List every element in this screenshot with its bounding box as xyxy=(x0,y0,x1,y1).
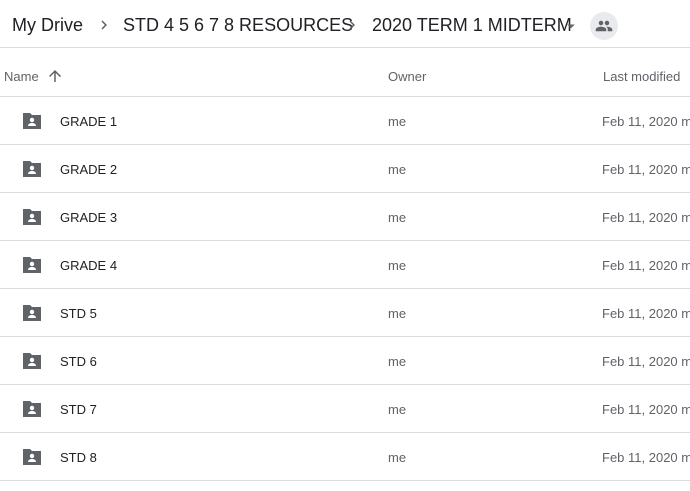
file-owner: me xyxy=(388,162,407,177)
file-row-std-8[interactable]: STD 8 me Feb 11, 2020 m xyxy=(0,433,690,481)
file-row-std-5[interactable]: STD 5 me Feb 11, 2020 m xyxy=(0,289,690,337)
file-row-grade-4[interactable]: GRADE 4 me Feb 11, 2020 m xyxy=(0,241,690,289)
file-row-grade-3[interactable]: GRADE 3 me Feb 11, 2020 m xyxy=(0,193,690,241)
file-name: STD 8 xyxy=(60,450,97,465)
shared-folder-icon xyxy=(23,401,41,417)
file-modified: Feb 11, 2020 m xyxy=(602,402,690,417)
column-header-name[interactable]: Name xyxy=(4,69,39,85)
file-owner: me xyxy=(388,210,407,225)
shared-with-people-button[interactable] xyxy=(590,12,618,40)
file-name: GRADE 2 xyxy=(60,162,118,177)
column-header-owner[interactable]: Owner xyxy=(388,69,426,85)
file-owner: me xyxy=(388,306,407,321)
shared-folder-icon xyxy=(23,353,41,369)
breadcrumb-std-resources[interactable]: STD 4 5 6 7 8 RESOURCES xyxy=(123,13,353,37)
file-row-grade-1[interactable]: GRADE 1 me Feb 11, 2020 m xyxy=(0,97,690,145)
file-modified: Feb 11, 2020 m xyxy=(602,162,690,177)
chevron-right-icon xyxy=(349,20,355,30)
file-owner: me xyxy=(388,402,407,417)
file-name: STD 6 xyxy=(60,354,97,369)
file-name: GRADE 4 xyxy=(60,258,118,273)
breadcrumb: My Drive STD 4 5 6 7 8 RESOURCES 2020 TE… xyxy=(0,0,690,48)
file-name: STD 5 xyxy=(60,306,97,321)
shared-folder-icon xyxy=(23,161,41,177)
shared-folder-icon xyxy=(23,257,41,273)
file-name: STD 7 xyxy=(60,402,97,417)
chevron-right-icon xyxy=(101,20,107,30)
shared-folder-icon xyxy=(23,305,41,321)
arrow-up-icon[interactable] xyxy=(46,67,64,85)
breadcrumb-my-drive[interactable]: My Drive xyxy=(12,13,83,37)
shared-folder-icon xyxy=(23,209,41,225)
file-modified: Feb 11, 2020 m xyxy=(602,258,690,273)
caret-down-icon[interactable] xyxy=(562,17,580,35)
file-modified: Feb 11, 2020 m xyxy=(602,210,690,225)
people-icon xyxy=(595,20,613,32)
file-row-std-7[interactable]: STD 7 me Feb 11, 2020 m xyxy=(0,385,690,433)
file-modified: Feb 11, 2020 m xyxy=(602,114,690,129)
breadcrumb-current-folder[interactable]: 2020 TERM 1 MIDTERM xyxy=(372,13,572,37)
file-owner: me xyxy=(388,114,407,129)
file-owner: me xyxy=(388,258,407,273)
file-modified: Feb 11, 2020 m xyxy=(602,354,690,369)
file-row-grade-2[interactable]: GRADE 2 me Feb 11, 2020 m xyxy=(0,145,690,193)
file-list: GRADE 1 me Feb 11, 2020 m GRADE 2 me Feb… xyxy=(0,97,690,481)
file-owner: me xyxy=(388,450,407,465)
file-modified: Feb 11, 2020 m xyxy=(602,306,690,321)
shared-folder-icon xyxy=(23,449,41,465)
file-name: GRADE 1 xyxy=(60,114,118,129)
file-name: GRADE 3 xyxy=(60,210,118,225)
column-header-last-modified[interactable]: Last modified xyxy=(603,69,680,85)
file-row-std-6[interactable]: STD 6 me Feb 11, 2020 m xyxy=(0,337,690,385)
file-owner: me xyxy=(388,354,407,369)
column-header-row: Name Owner Last modified xyxy=(0,49,690,97)
shared-folder-icon xyxy=(23,113,41,129)
file-modified: Feb 11, 2020 m xyxy=(602,450,690,465)
